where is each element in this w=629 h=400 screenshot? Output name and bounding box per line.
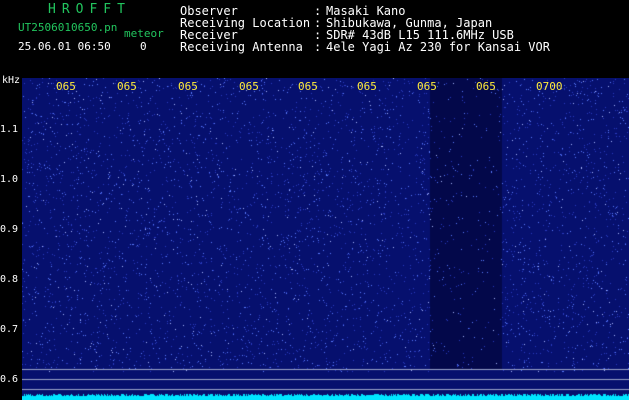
header-title: HROFFT [48,2,131,17]
x-tick-8: 065 [476,80,496,93]
meteor-label: meteor [124,27,164,40]
meta-label-antenna: Receiving Antenna [180,40,303,54]
x-tick-2: 065 [117,80,137,93]
x-tick-3: 065 [178,80,198,93]
meta-sep-antenna: : [314,40,322,54]
y-axis-unit: kHz [2,75,21,86]
y-tick-1-1: 1.1 [0,124,19,135]
x-tick-9: 0700 [536,80,563,93]
spectrogram-plot [22,78,629,400]
x-tick-1: 065 [56,80,76,93]
x-tick-7: 065 [417,80,437,93]
y-tick-0-9: 0.9 [0,224,19,235]
y-tick-0-6: 0.6 [0,374,19,385]
x-tick-6: 065 [357,80,377,93]
x-tick-4: 065 [239,80,259,93]
datetime-label: 25.06.01 06:50 [18,40,111,53]
x-tick-5: 065 [298,80,318,93]
y-tick-1-0: 1.0 [0,174,19,185]
y-tick-0-7: 0.7 [0,324,19,335]
y-tick-0-8: 0.8 [0,274,19,285]
meteor-count: 0 [140,40,147,53]
meta-value-antenna: 4ele Yagi Az 230 for Kansai VOR [326,40,550,54]
spectrogram-canvas [22,78,629,400]
filename-label: UT2506010650.pn [18,21,118,34]
